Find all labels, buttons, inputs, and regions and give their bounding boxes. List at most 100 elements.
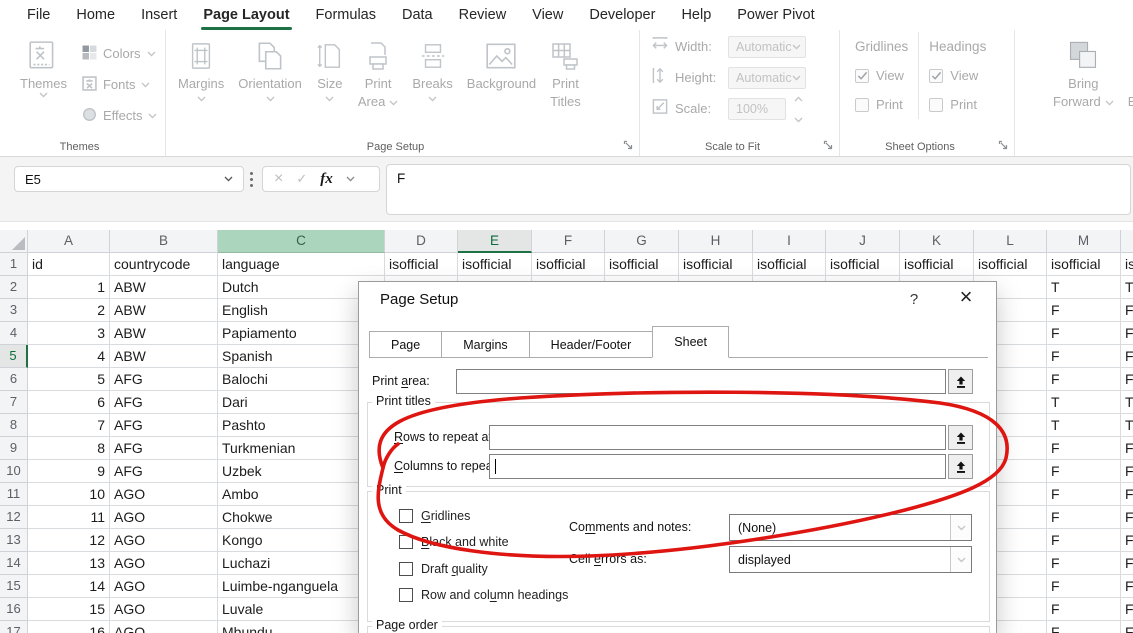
cell[interactable]: 2 — [28, 299, 110, 322]
cell[interactable]: 11 — [28, 506, 110, 529]
cell[interactable]: F — [1047, 322, 1121, 345]
dialog-tab-sheet[interactable]: Sheet — [652, 326, 729, 358]
headings-print-checkbox[interactable]: Print — [929, 90, 986, 119]
row-header-7[interactable]: 7 — [0, 391, 28, 414]
cell[interactable]: 5 — [28, 368, 110, 391]
sheet-options-dialog-launcher[interactable] — [998, 138, 1010, 150]
column-header-c[interactable]: C — [218, 230, 385, 253]
formula-bar-options-dots[interactable] — [250, 172, 253, 187]
cell[interactable]: 9 — [28, 460, 110, 483]
cancel-icon[interactable]: × — [274, 171, 283, 187]
cell[interactable]: T — [1047, 391, 1121, 414]
insert-function-icon[interactable]: fx — [320, 171, 333, 188]
row-header-15[interactable]: 15 — [0, 575, 28, 598]
cell[interactable]: AGO — [110, 621, 218, 633]
cell[interactable]: 13 — [28, 552, 110, 575]
height-value[interactable]: Automatic — [728, 67, 806, 89]
cell[interactable]: T — [1047, 414, 1121, 437]
cell[interactable]: F — [1047, 529, 1121, 552]
column-header-d[interactable]: D — [385, 230, 458, 253]
cell[interactable]: isofficial — [826, 253, 900, 276]
margins-button[interactable]: Margins — [171, 30, 231, 110]
cell[interactable]: T — [1121, 276, 1133, 299]
scale-value[interactable]: 100% — [728, 98, 786, 120]
cell[interactable]: AFG — [110, 368, 218, 391]
cell[interactable]: 1 — [28, 276, 110, 299]
cell[interactable]: F — [1121, 368, 1133, 391]
column-header-e[interactable]: E — [458, 230, 532, 253]
cell[interactable]: isofficial — [679, 253, 753, 276]
cell[interactable]: isofficial — [1047, 253, 1121, 276]
comments-and-notes-select[interactable]: (None) — [729, 514, 972, 541]
cell[interactable]: 16 — [28, 621, 110, 633]
cell[interactable]: F — [1047, 368, 1121, 391]
cell[interactable]: AFG — [110, 460, 218, 483]
menu-tab-data[interactable]: Data — [389, 0, 446, 30]
enter-icon[interactable]: ✓ — [296, 172, 307, 187]
cell[interactable]: isofficial — [900, 253, 974, 276]
cell[interactable]: isofficial — [458, 253, 532, 276]
row-header-8[interactable]: 8 — [0, 414, 28, 437]
print-area-button[interactable]: PrintArea — [351, 30, 405, 110]
cell[interactable]: F — [1121, 575, 1133, 598]
cell[interactable]: 14 — [28, 575, 110, 598]
row-header-6[interactable]: 6 — [0, 368, 28, 391]
cell[interactable]: ABW — [110, 322, 218, 345]
cell[interactable]: F — [1121, 460, 1133, 483]
cell[interactable]: F — [1121, 506, 1133, 529]
column-header-i[interactable]: I — [753, 230, 826, 253]
cell[interactable]: 10 — [28, 483, 110, 506]
cell[interactable]: 4 — [28, 345, 110, 368]
cell[interactable]: F — [1121, 598, 1133, 621]
cell[interactable]: AGO — [110, 598, 218, 621]
dialog-help-button[interactable]: ? — [902, 291, 926, 308]
cell[interactable]: F — [1121, 345, 1133, 368]
menu-tab-view[interactable]: View — [519, 0, 576, 30]
cell[interactable]: F — [1121, 529, 1133, 552]
cell[interactable]: T — [1047, 276, 1121, 299]
cell[interactable]: 7 — [28, 414, 110, 437]
row-header-2[interactable]: 2 — [0, 276, 28, 299]
cell[interactable]: F — [1121, 299, 1133, 322]
cell[interactable]: AGO — [110, 575, 218, 598]
dialog-tab-header-footer[interactable]: Header/Footer — [529, 331, 654, 357]
row-header-4[interactable]: 4 — [0, 322, 28, 345]
menu-tab-power-pivot[interactable]: Power Pivot — [724, 0, 827, 30]
column-header-f[interactable]: F — [532, 230, 605, 253]
cell[interactable]: F — [1047, 483, 1121, 506]
cell[interactable]: language — [218, 253, 385, 276]
column-header-h[interactable]: H — [679, 230, 753, 253]
cell[interactable]: T — [1121, 414, 1133, 437]
row-header-1[interactable]: 1 — [0, 253, 28, 276]
cell[interactable]: AFG — [110, 391, 218, 414]
background-button[interactable]: Background — [460, 30, 543, 110]
cell[interactable]: F — [1047, 345, 1121, 368]
themes-button[interactable]: Themes — [13, 30, 74, 131]
cell[interactable]: isofficial — [753, 253, 826, 276]
cell[interactable]: AGO — [110, 506, 218, 529]
cell[interactable]: F — [1047, 598, 1121, 621]
cell[interactable]: T — [1121, 391, 1133, 414]
cell[interactable]: isofficial — [974, 253, 1047, 276]
dialog-close-button[interactable]: × — [951, 284, 981, 310]
rows-to-repeat-collapse-button[interactable] — [948, 425, 973, 450]
print-area-field[interactable] — [456, 369, 946, 394]
cell[interactable]: 15 — [28, 598, 110, 621]
orientation-button[interactable]: Orientation — [231, 30, 309, 110]
cell[interactable]: countrycode — [110, 253, 218, 276]
cell[interactable]: F — [1047, 552, 1121, 575]
cell[interactable]: ABW — [110, 299, 218, 322]
effects-button[interactable]: Effects — [78, 100, 162, 131]
cell[interactable]: F — [1121, 322, 1133, 345]
cell[interactable]: isofficial — [385, 253, 458, 276]
column-header-g[interactable]: G — [605, 230, 679, 253]
headings-view-checkbox[interactable]: View — [929, 61, 986, 90]
cell[interactable]: isofficial — [605, 253, 679, 276]
spinner-stepper[interactable] — [794, 89, 803, 128]
dialog-tab-margins[interactable]: Margins — [441, 331, 529, 357]
menu-tab-formulas[interactable]: Formulas — [303, 0, 389, 30]
rows-to-repeat-field[interactable] — [489, 425, 946, 450]
menu-tab-developer[interactable]: Developer — [576, 0, 668, 30]
print-area-collapse-button[interactable] — [948, 369, 973, 394]
cell[interactable]: 12 — [28, 529, 110, 552]
